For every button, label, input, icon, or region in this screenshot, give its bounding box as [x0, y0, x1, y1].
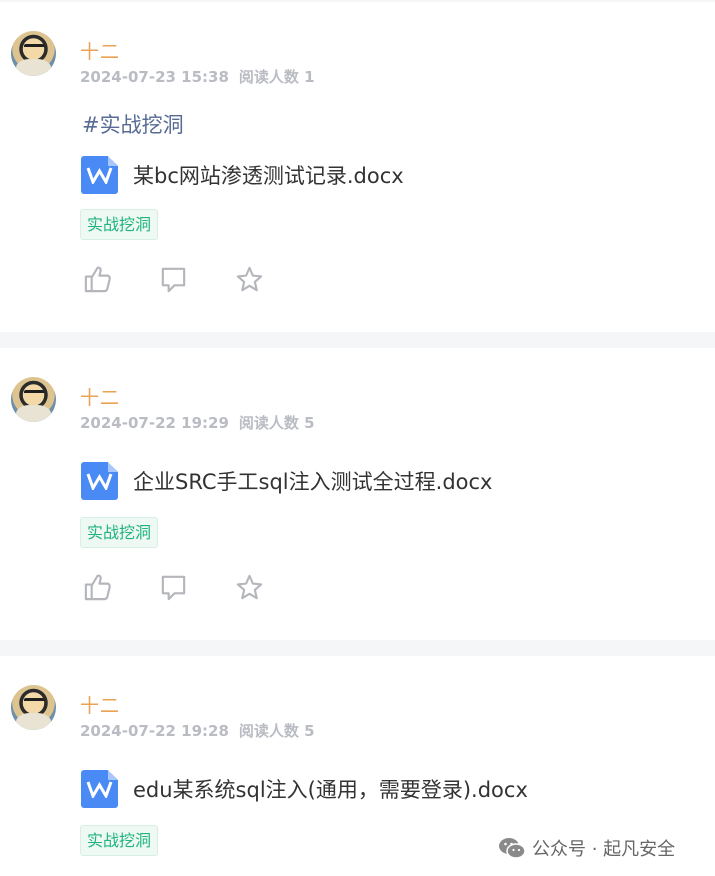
comment-icon[interactable] [158, 572, 189, 603]
read-count: 阅读人数 5 [238, 722, 315, 740]
author-name[interactable]: 十二 [80, 37, 120, 64]
post-actions [82, 572, 265, 603]
author-name[interactable]: 十二 [80, 383, 120, 410]
avatar[interactable] [11, 685, 56, 730]
post-date: 2024-07-22 19:28 [80, 722, 229, 740]
author-name[interactable]: 十二 [80, 691, 120, 718]
wechat-watermark: 公众号 · 起凡安全 [494, 835, 680, 861]
watermark-text: 公众号 · 起凡安全 [532, 839, 676, 860]
avatar-coat [16, 713, 51, 730]
star-icon[interactable] [234, 264, 265, 295]
post-date: 2024-07-22 19:29 [80, 414, 229, 432]
word-doc-icon [81, 462, 118, 500]
attachment-row[interactable]: 企业SRC手工sql注入测试全过程.docx [81, 462, 492, 500]
topic-tag[interactable]: 实战挖洞 [80, 825, 159, 856]
comment-icon[interactable] [158, 264, 189, 295]
read-count: 阅读人数 1 [238, 68, 315, 86]
post-meta: 2024-07-22 19:28 阅读人数 5 [80, 720, 315, 741]
avatar-glasses [24, 698, 44, 704]
avatar[interactable] [11, 31, 56, 76]
attachment-filename: edu某系统sql注入(通用，需要登录).docx [133, 778, 528, 802]
post-card: 十二 2024-07-22 19:29 阅读人数 5 企业SRC手工sql注入测试… [0, 348, 715, 640]
wechat-icon [499, 838, 526, 859]
post-actions [82, 264, 265, 295]
star-icon[interactable] [234, 572, 265, 603]
avatar[interactable] [11, 377, 56, 422]
thumbs-up-icon[interactable] [82, 572, 113, 603]
topic-tag[interactable]: 实战挖洞 [80, 517, 159, 548]
word-doc-icon [81, 770, 118, 808]
hashtag-link[interactable]: #实战挖洞 [82, 109, 184, 139]
post-card: 十二 2024-07-23 15:38 阅读人数 1 #实战挖洞 某bc网站渗透测… [0, 2, 715, 332]
avatar-coat [16, 59, 51, 76]
thumbs-up-icon[interactable] [82, 264, 113, 295]
read-count: 阅读人数 5 [238, 414, 315, 432]
avatar-coat [16, 405, 51, 422]
post-meta: 2024-07-23 15:38 阅读人数 1 [80, 66, 315, 87]
avatar-glasses [24, 390, 44, 396]
avatar-glasses [24, 44, 44, 50]
post-date: 2024-07-23 15:38 [80, 68, 229, 86]
attachment-filename: 企业SRC手工sql注入测试全过程.docx [133, 470, 493, 494]
attachment-filename: 某bc网站渗透测试记录.docx [133, 164, 404, 188]
post-meta: 2024-07-22 19:29 阅读人数 5 [80, 412, 315, 433]
attachment-row[interactable]: edu某系统sql注入(通用，需要登录).docx [81, 770, 528, 808]
attachment-row[interactable]: 某bc网站渗透测试记录.docx [81, 156, 404, 194]
word-doc-icon [81, 156, 118, 194]
topic-tag[interactable]: 实战挖洞 [80, 209, 159, 240]
